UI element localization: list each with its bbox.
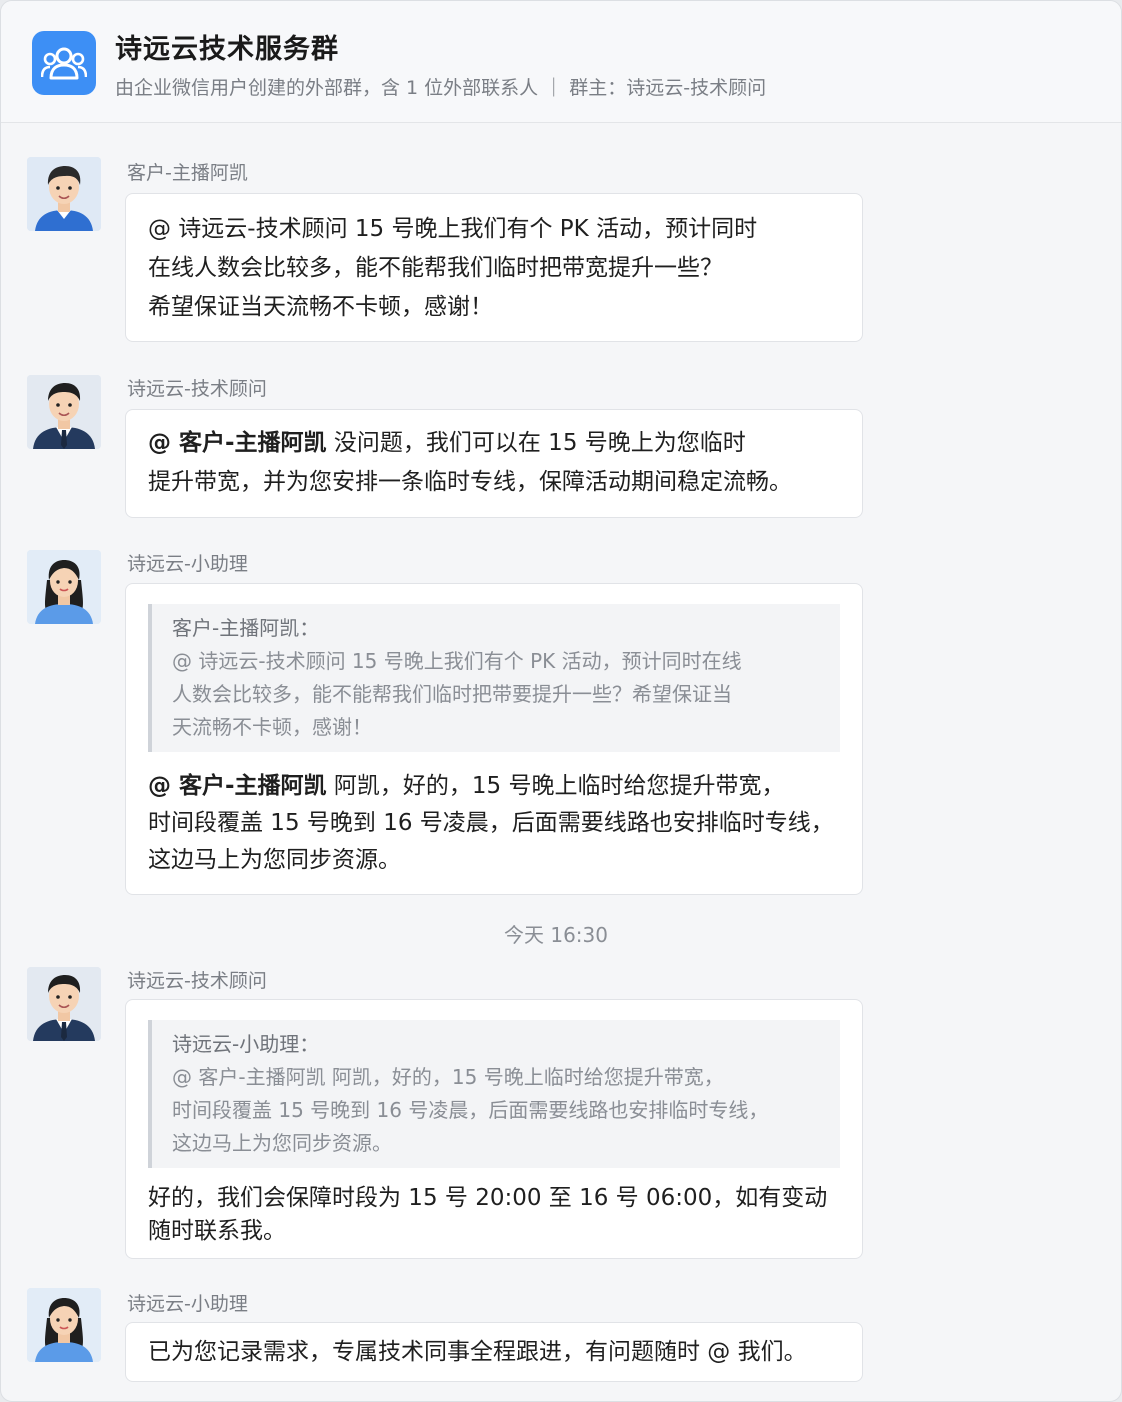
avatar-customer[interactable]	[27, 157, 101, 231]
message-text: @ 诗远云-技术顾问 15 号晚上我们有个 PK 活动，预计同时 在线人数会比较…	[148, 216, 758, 320]
quoted-sender: 客户-主播阿凯：	[172, 616, 320, 640]
message-bubble[interactable]: 诗远云-小助理： @ 客户-主播阿凯 阿凯，好的，15 号晚上临时给您提升带宽，…	[125, 999, 863, 1259]
avatar-assistant[interactable]	[27, 1288, 101, 1362]
mention[interactable]: @ 客户-主播阿凯	[148, 773, 327, 799]
quoted-message[interactable]: 客户-主播阿凯： @ 诗远云-技术顾问 15 号晚上我们有个 PK 活动，预计同…	[148, 604, 840, 752]
group-people-icon[interactable]	[32, 31, 96, 95]
message-text: 好的，我们会保障时段为 15 号 20:00 至 16 号 06:00，如有变动…	[148, 1185, 828, 1244]
group-subtitle: 由企业微信用户创建的外部群，含 1 位外部联系人 ｜ 群主：诗远云-技术顾问	[115, 77, 767, 99]
quoted-message[interactable]: 诗远云-小助理： @ 客户-主播阿凯 阿凯，好的，15 号晚上临时给您提升带宽，…	[148, 1020, 840, 1168]
message-bubble[interactable]: 已为您记录需求，专属技术同事全程跟进，有问题随时 @ 我们。	[125, 1322, 863, 1382]
avatar-tech-advisor[interactable]	[27, 967, 101, 1041]
sender-name: 诗远云-技术顾问	[127, 970, 267, 992]
message-text: 已为您记录需求，专属技术同事全程跟进，有问题随时 @ 我们。	[148, 1339, 807, 1365]
sender-name: 诗远云-技术顾问	[127, 378, 267, 400]
message-text: @ 客户-主播阿凯 阿凯，好的，15 号晚上临时给您提升带宽， 时间段覆盖 15…	[148, 773, 834, 873]
quoted-sender: 诗远云-小助理：	[172, 1032, 320, 1056]
sender-name: 诗远云-小助理	[127, 1293, 248, 1315]
avatar-tech-advisor[interactable]	[27, 375, 101, 449]
chat-header: 诗远云技术服务群 由企业微信用户创建的外部群，含 1 位外部联系人 ｜ 群主：诗…	[1, 1, 1121, 123]
chat-window: 诗远云技术服务群 由企业微信用户创建的外部群，含 1 位外部联系人 ｜ 群主：诗…	[0, 0, 1122, 1402]
sender-name: 诗远云-小助理	[127, 553, 248, 575]
avatar-assistant[interactable]	[27, 550, 101, 624]
message-bubble[interactable]: @ 诗远云-技术顾问 15 号晚上我们有个 PK 活动，预计同时 在线人数会比较…	[125, 193, 863, 342]
message-text: @ 客户-主播阿凯 没问题，我们可以在 15 号晚上为您临时 提升带宽，并为您安…	[148, 430, 792, 495]
mention[interactable]: @ 客户-主播阿凯	[148, 430, 327, 456]
sender-name: 客户-主播阿凯	[127, 162, 248, 184]
timestamp: 今天 16:30	[504, 923, 608, 947]
message-bubble[interactable]: @ 客户-主播阿凯 没问题，我们可以在 15 号晚上为您临时 提升带宽，并为您安…	[125, 409, 863, 518]
group-title: 诗远云技术服务群	[115, 34, 339, 65]
message-bubble[interactable]: 客户-主播阿凯： @ 诗远云-技术顾问 15 号晚上我们有个 PK 活动，预计同…	[125, 583, 863, 895]
